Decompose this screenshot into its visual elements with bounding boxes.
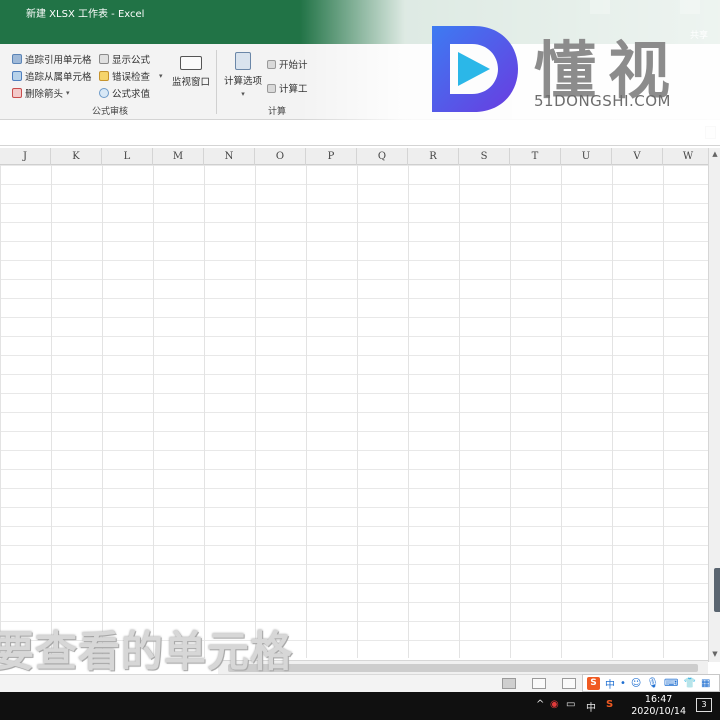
evaluate-formula-label: 公式求值 — [112, 89, 151, 100]
notification-center-button[interactable]: 3 — [696, 698, 712, 712]
cell-grid[interactable] — [0, 165, 708, 658]
window-title: 新建 XLSX 工作表 - Excel — [26, 9, 145, 20]
column-header-n[interactable]: N — [204, 148, 255, 165]
record-icon[interactable]: ◉ — [550, 699, 559, 710]
column-header-l[interactable]: L — [102, 148, 153, 165]
column-header-v[interactable]: V — [612, 148, 663, 165]
trace-dependents-label: 追踪从属单元格 — [25, 72, 92, 83]
ime-language[interactable]: 中 — [605, 676, 615, 691]
chevron-down-icon: ▾ — [241, 90, 245, 98]
dongshi-logo-icon — [432, 26, 518, 112]
error-checking-button[interactable]: 错误检查 ▾ — [99, 69, 163, 83]
ime-toolbar[interactable]: S 中 • ☺ 🎙 ⌨ 👕 ▦ — [582, 674, 720, 692]
column-header-u[interactable]: U — [561, 148, 612, 165]
trace-dependents-button[interactable]: 追踪从属单元格 — [12, 69, 92, 83]
error-checking-icon — [99, 71, 109, 81]
calc-sheet-icon — [267, 83, 276, 93]
clock-time: 16:47 — [644, 694, 673, 705]
keyboard-icon[interactable]: ⌨ — [664, 678, 678, 689]
watch-window-icon — [180, 56, 202, 70]
show-formulas-label: 显示公式 — [112, 55, 151, 66]
column-header-p[interactable]: P — [306, 148, 357, 165]
toolbox-icon[interactable]: ▦ — [701, 678, 710, 689]
remove-arrows-button[interactable]: 删除箭头 ▾ — [12, 86, 70, 100]
formula-auditing-group-label: 公式审核 — [92, 107, 129, 117]
trace-precedents-button[interactable]: 追踪引用单元格 — [12, 52, 92, 66]
show-formulas-icon — [99, 54, 109, 64]
page-layout-view-button[interactable] — [532, 678, 546, 689]
chevron-down-icon: ▾ — [66, 89, 70, 97]
show-hidden-icons-icon[interactable]: ^ — [536, 699, 544, 710]
column-header-s[interactable]: S — [459, 148, 510, 165]
trace-precedents-label: 追踪引用单元格 — [25, 55, 92, 66]
sogou-tray-icon[interactable]: S — [606, 699, 613, 710]
page-break-view-button[interactable] — [562, 678, 576, 689]
trace-dependents-icon — [12, 71, 22, 81]
column-header-j[interactable]: J — [0, 148, 51, 165]
clock[interactable]: 16:47 2020/10/14 — [631, 694, 686, 718]
group-divider — [216, 50, 217, 114]
sogou-icon[interactable]: S — [587, 676, 600, 690]
side-panel-handle[interactable] — [714, 568, 720, 612]
microphone-icon[interactable]: 🎙 — [646, 678, 659, 689]
horizontal-scroll-thumb[interactable] — [228, 664, 698, 672]
video-subtitle: 要查看的单元格 — [0, 627, 294, 676]
calculation-group-label: 计算 — [268, 107, 287, 117]
column-header-r[interactable]: R — [408, 148, 459, 165]
remove-arrows-label: 删除箭头 — [25, 89, 64, 100]
calc-now-icon — [267, 59, 276, 69]
calculator-icon — [235, 52, 251, 70]
column-headers: JKLMNOPQRSTUVW — [0, 148, 714, 165]
remove-arrows-icon — [12, 88, 22, 98]
excel-window: 新建 XLSX 工作表 - Excel 共享 追踪引用单元格 追踪从属单元格 删… — [0, 0, 720, 720]
column-header-t[interactable]: T — [510, 148, 561, 165]
emoji-icon[interactable]: ☺ — [631, 678, 641, 689]
error-checking-label: 错误检查 — [112, 72, 151, 83]
column-header-m[interactable]: M — [153, 148, 204, 165]
scroll-up-icon[interactable]: ▲ — [710, 150, 720, 160]
column-header-q[interactable]: Q — [357, 148, 408, 165]
scroll-down-icon[interactable]: ▼ — [710, 650, 720, 660]
watch-window-label: 监视窗口 — [172, 77, 211, 88]
evaluate-formula-button[interactable]: 公式求值 — [99, 86, 150, 100]
skin-icon[interactable]: 👕 — [683, 678, 695, 689]
punctuation-icon[interactable]: • — [620, 678, 626, 689]
watermark-brand-en: 51DONGSHI.COM — [534, 92, 672, 110]
calc-options-label: 计算选项 — [224, 76, 263, 87]
network-icon[interactable]: ▭ — [566, 699, 575, 710]
column-header-w[interactable]: W — [663, 148, 714, 165]
column-header-k[interactable]: K — [51, 148, 102, 165]
normal-view-button[interactable] — [502, 678, 516, 689]
windows-taskbar: ^ ◉ ▭ 中 S 16:47 2020/10/14 3 — [0, 692, 720, 720]
show-formulas-button[interactable]: 显示公式 — [99, 52, 150, 66]
trace-precedents-icon — [12, 54, 22, 64]
calc-options-button[interactable]: 计算选项 ▾ — [224, 52, 262, 98]
tray-ime-language[interactable]: 中 — [586, 699, 596, 714]
clock-date: 2020/10/14 — [631, 706, 686, 717]
watch-window-button[interactable]: 监视窗口 — [172, 56, 210, 88]
column-header-o[interactable]: O — [255, 148, 306, 165]
evaluate-formula-icon — [99, 88, 109, 98]
chevron-down-icon: ▾ — [159, 72, 163, 80]
